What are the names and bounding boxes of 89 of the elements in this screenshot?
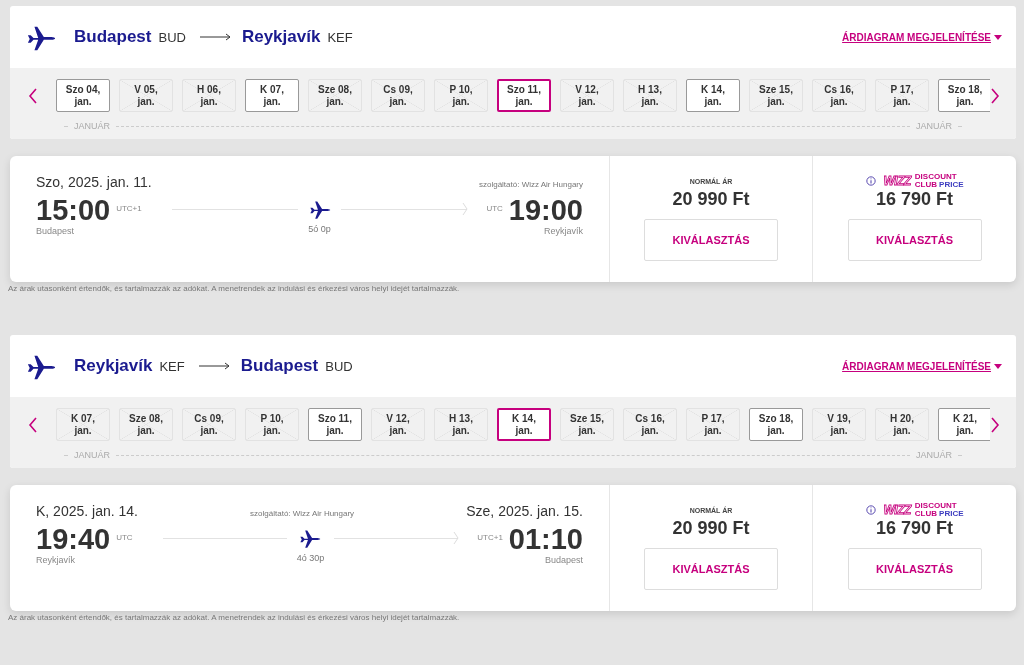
origin-city: Budapest	[74, 27, 152, 47]
caret-icon[interactable]	[994, 34, 1002, 40]
destination-code: KEF	[327, 29, 353, 45]
date-chip[interactable]: V 05, jan.	[119, 79, 173, 112]
date-chip[interactable]: Cs 16, jan.	[812, 79, 866, 112]
date-chip[interactable]: Sze 08, jan.	[119, 408, 173, 441]
date-chip[interactable]: P 17, jan.	[686, 408, 740, 441]
date-chip[interactable]: P 17, jan.	[875, 79, 929, 112]
price-chart-link[interactable]: ÁRDIAGRAM MEGJELENÍTÉSE	[842, 31, 991, 43]
month-label: JANUÁR	[74, 121, 110, 131]
timezone-label: UTC	[486, 204, 503, 213]
club-logo-word: WIZZ	[883, 174, 911, 188]
select-button[interactable]: KIVÁLASZTÁS	[644, 548, 778, 590]
arrow-icon	[198, 362, 231, 370]
date-chip[interactable]: Szo 04, jan.	[56, 79, 110, 112]
origin-code: BUD	[158, 29, 186, 45]
destination-city: Reykjavík	[241, 27, 321, 47]
timezone-label: UTC	[116, 533, 133, 542]
flight-duration: 5ó 0p	[308, 224, 331, 234]
destination-city: Budapest	[240, 356, 319, 376]
date-chip[interactable]: K 14, jan.	[497, 408, 551, 441]
info-icon[interactable]	[865, 176, 876, 186]
flight-duration: 4ó 30p	[296, 553, 325, 563]
month-label: JANUÁR	[916, 450, 952, 460]
timezone-label: UTC+1	[116, 204, 142, 213]
arrival-date: Sze, 2025. jan. 15.	[466, 503, 583, 519]
fare-price: 16 790 Ft	[875, 189, 953, 210]
date-chip[interactable]: K 07, jan.	[245, 79, 299, 112]
month-label: JANUÁR	[916, 121, 952, 131]
select-button[interactable]: KIVÁLASZTÁS	[847, 219, 982, 261]
select-button[interactable]: KIVÁLASZTÁS	[847, 548, 982, 590]
date-chip[interactable]: H 20, jan.	[875, 408, 929, 441]
arrival-time: 01:10	[508, 525, 583, 554]
date-chip[interactable]: Szo 11, jan.	[308, 408, 362, 441]
date-chip[interactable]: H 13, jan.	[434, 408, 488, 441]
date-chip[interactable]: V 12, jan.	[560, 79, 614, 112]
arrival-time: 19:00	[508, 196, 583, 225]
departure-time: 19:40	[36, 525, 111, 554]
date-chip[interactable]: P 10, jan.	[434, 79, 488, 112]
airplane-icon	[299, 527, 322, 549]
departure-date: Szo, 2025. jan. 11.	[36, 174, 152, 190]
badge-text: CLUB	[914, 181, 938, 189]
caret-icon[interactable]	[994, 363, 1002, 369]
date-chip[interactable]: Cs 09, jan.	[371, 79, 425, 112]
date-chip[interactable]: V 19, jan.	[812, 408, 866, 441]
disclaimer-text: Az árak utasonként értendők, és tartalmazzák az adókat. A menetrendek az indulási és érkezési város helyi idejét tartalmazzák.	[8, 613, 461, 622]
fare-price: 16 790 Ft	[875, 518, 953, 539]
date-chip[interactable]: P 10, jan.	[245, 408, 299, 441]
date-chip[interactable]: Szo 18, jan.	[938, 79, 990, 112]
date-chip[interactable]: Szo 11, jan.	[497, 79, 551, 112]
timezone-label: UTC+1	[477, 533, 503, 542]
arrow-icon	[199, 33, 232, 41]
month-label: JANUÁR	[74, 450, 110, 460]
date-chip[interactable]: Cs 09, jan.	[182, 408, 236, 441]
departure-time: 15:00	[36, 196, 111, 225]
date-chip[interactable]: H 06, jan.	[182, 79, 236, 112]
date-chip[interactable]: Szo 18, jan.	[749, 408, 803, 441]
club-logo-word: WIZZ	[883, 503, 911, 517]
operator-text: szolgáltató: Wizz Air Hungary	[478, 180, 583, 189]
airplane-icon	[308, 198, 331, 220]
origin-city: Reykjavík	[74, 356, 153, 376]
departure-date: K, 2025. jan. 14.	[36, 503, 138, 519]
arrival-city: Reykjavík	[544, 226, 583, 236]
date-chip[interactable]: Sze 15, jan.	[560, 408, 614, 441]
date-chip[interactable]: K 21, jan.	[938, 408, 990, 441]
departure-city: Budapest	[36, 226, 75, 236]
price-chart-link[interactable]: ÁRDIAGRAM MEGJELENÍTÉSE	[842, 360, 991, 372]
fare-price: 20 990 Ft	[672, 518, 750, 539]
departure-city: Reykjavík	[36, 555, 75, 565]
badge-text: PRICE	[939, 181, 964, 189]
destination-code: BUD	[325, 358, 353, 374]
badge-text: CLUB	[914, 510, 938, 518]
arrival-city: Budapest	[544, 555, 583, 565]
info-icon[interactable]	[865, 505, 876, 515]
badge-text: DISCOUNT	[914, 173, 958, 181]
fare-price: 20 990 Ft	[672, 189, 750, 210]
date-chip[interactable]: H 13, jan.	[623, 79, 677, 112]
date-chip[interactable]: Cs 16, jan.	[623, 408, 677, 441]
disclaimer-text: Az árak utasonként értendők, és tartalmazzák az adókat. A menetrendek az indulási és érkezési város helyi idejét tartalmazzák.	[8, 284, 461, 293]
operator-text: szolgáltató: Wizz Air Hungary	[250, 509, 355, 518]
date-chip[interactable]: Sze 15, jan.	[749, 79, 803, 112]
date-chip[interactable]: Sze 08, jan.	[308, 79, 362, 112]
date-chip[interactable]: V 12, jan.	[371, 408, 425, 441]
badge-text: DISCOUNT	[914, 502, 958, 510]
select-button[interactable]: KIVÁLASZTÁS	[644, 219, 778, 261]
badge-text: PRICE	[939, 510, 964, 518]
origin-code: KEF	[159, 358, 185, 374]
date-chip[interactable]: K 14, jan.	[686, 79, 740, 112]
date-chip[interactable]: K 07, jan.	[56, 408, 110, 441]
